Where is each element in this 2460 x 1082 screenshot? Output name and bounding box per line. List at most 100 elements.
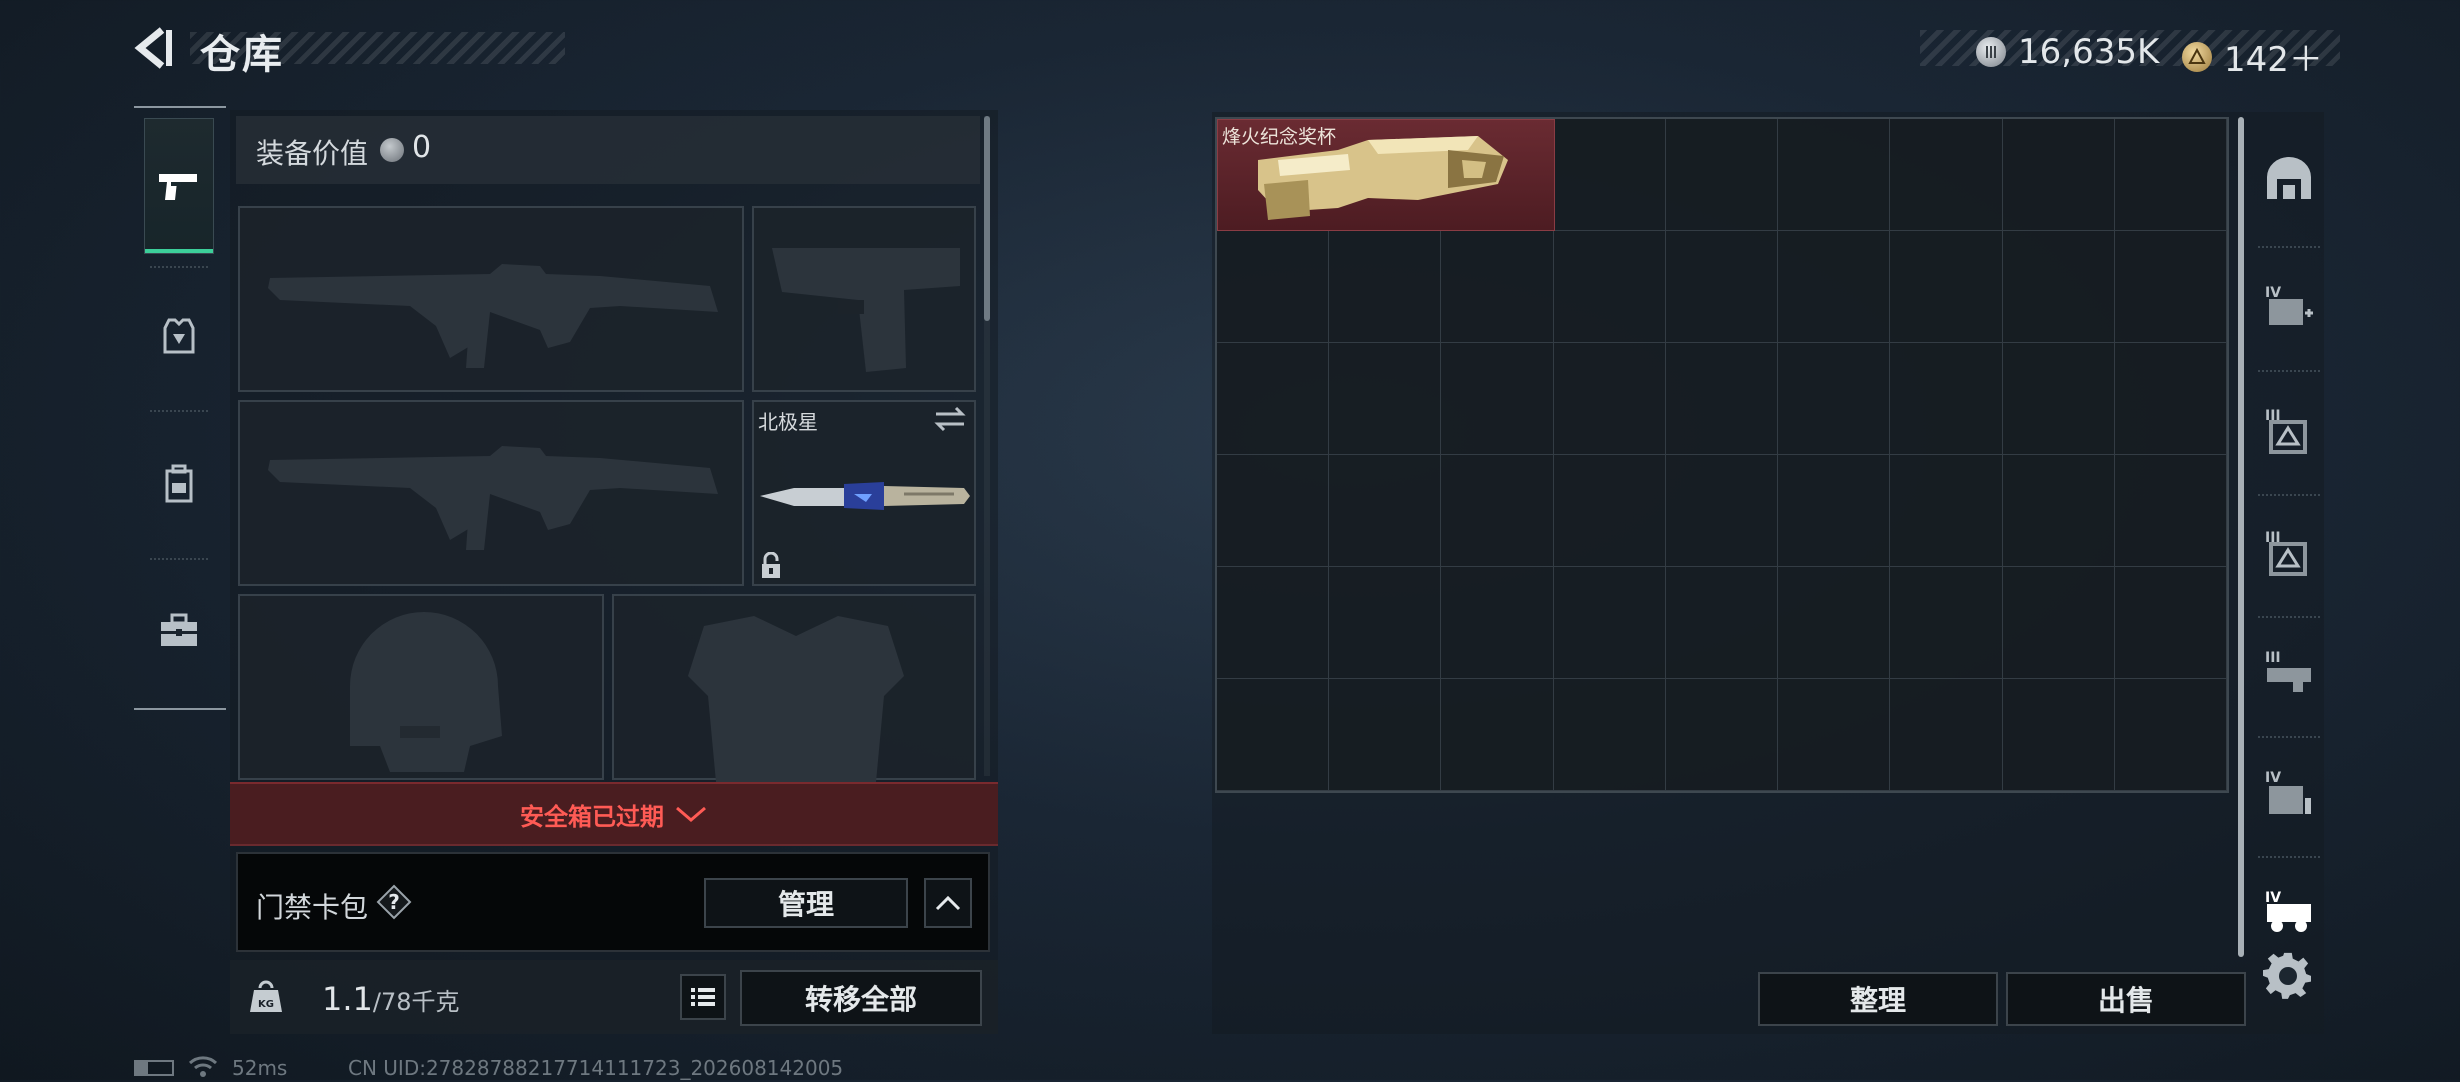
tab-backpack[interactable] bbox=[144, 416, 214, 552]
pistol-icon bbox=[159, 174, 197, 200]
grid-cell[interactable] bbox=[1441, 567, 1554, 679]
grid-cell[interactable] bbox=[1441, 679, 1554, 791]
gold-coin-icon bbox=[2182, 41, 2212, 72]
grid-cell[interactable] bbox=[2114, 231, 2227, 343]
grid-cell[interactable] bbox=[1890, 455, 2003, 567]
grid-cell[interactable] bbox=[1217, 567, 1330, 679]
grid-cell[interactable] bbox=[2002, 567, 2115, 679]
grid-cell[interactable] bbox=[1778, 567, 1891, 679]
grid-cell[interactable] bbox=[1553, 343, 1666, 455]
svg-text:IV: IV bbox=[2265, 890, 2281, 906]
tab-armor[interactable] bbox=[144, 268, 214, 404]
grid-cell[interactable] bbox=[1665, 679, 1779, 791]
grid-cell[interactable] bbox=[1553, 119, 1666, 231]
grid-cell[interactable] bbox=[1329, 455, 1442, 567]
chevron-down-icon bbox=[676, 806, 706, 822]
container-tab-2[interactable]: IV bbox=[2254, 256, 2324, 356]
container-tab-4[interactable]: III bbox=[2254, 502, 2324, 602]
grid-cell[interactable] bbox=[2002, 343, 2115, 455]
grid-cell[interactable] bbox=[1217, 343, 1330, 455]
grid-cell[interactable] bbox=[1778, 679, 1891, 791]
grid-cell[interactable] bbox=[1217, 679, 1330, 791]
swap-icon[interactable] bbox=[934, 406, 966, 432]
grid-cell[interactable] bbox=[2114, 567, 2227, 679]
grid-cell[interactable] bbox=[2114, 679, 2227, 791]
grid-cell[interactable] bbox=[1665, 455, 1779, 567]
sort-button[interactable]: 整理 bbox=[1758, 972, 1998, 1026]
grid-cell[interactable] bbox=[1329, 343, 1442, 455]
gold-amount: 142＋ bbox=[2224, 40, 2323, 80]
helmet-slot[interactable] bbox=[238, 594, 604, 780]
grid-cell[interactable] bbox=[1553, 679, 1666, 791]
grid-cell[interactable] bbox=[1778, 119, 1891, 231]
secondary-primary-weapon-slot[interactable] bbox=[238, 400, 744, 586]
grid-cell[interactable] bbox=[1665, 343, 1779, 455]
container-tab-main[interactable] bbox=[2254, 128, 2324, 228]
grid-cell[interactable] bbox=[1329, 679, 1442, 791]
rail-divider bbox=[2258, 494, 2320, 497]
grid-cell[interactable] bbox=[1890, 231, 2003, 343]
grid-cell[interactable] bbox=[2114, 455, 2227, 567]
rifle-silhouette-icon bbox=[268, 446, 718, 550]
grid-cell[interactable] bbox=[2114, 119, 2227, 231]
settings-gear-icon[interactable] bbox=[2262, 950, 2314, 1002]
grid-cell[interactable] bbox=[1217, 455, 1330, 567]
helmet-silhouette-icon bbox=[350, 612, 502, 772]
manage-button[interactable]: 管理 bbox=[704, 878, 908, 928]
grid-cell[interactable] bbox=[1665, 119, 1779, 231]
container-tab-7[interactable]: IV bbox=[2254, 862, 2324, 962]
grid-cell[interactable] bbox=[1329, 231, 1442, 343]
safebox-expired-banner[interactable]: 安全箱已过期 bbox=[230, 782, 998, 846]
container-tab-3[interactable]: III bbox=[2254, 380, 2324, 480]
transfer-all-button[interactable]: 转移全部 bbox=[740, 970, 982, 1026]
grid-cell[interactable] bbox=[2002, 455, 2115, 567]
armor-silhouette-icon bbox=[688, 616, 904, 782]
container-tab-6[interactable]: IV bbox=[2254, 742, 2324, 842]
grid-cell[interactable] bbox=[1665, 231, 1779, 343]
grid-cell[interactable] bbox=[2002, 119, 2115, 231]
chevron-up-icon bbox=[935, 895, 961, 911]
grid-cell[interactable] bbox=[1553, 455, 1666, 567]
sell-button[interactable]: 出售 bbox=[2006, 972, 2246, 1026]
grid-cell[interactable] bbox=[1890, 679, 2003, 791]
rail-divider bbox=[2258, 246, 2320, 249]
grid-cell[interactable] bbox=[1890, 343, 2003, 455]
weight-max: /78千克 bbox=[372, 988, 460, 1016]
grid-cell[interactable] bbox=[1441, 231, 1554, 343]
grid-cell[interactable] bbox=[1665, 567, 1779, 679]
help-icon[interactable]: ? bbox=[376, 884, 412, 920]
tab-toolbox[interactable] bbox=[144, 562, 214, 698]
grid-cell[interactable] bbox=[1217, 231, 1330, 343]
loadout-scrollbar-thumb[interactable] bbox=[984, 116, 990, 321]
storage-scrollbar[interactable] bbox=[2238, 117, 2244, 957]
grid-cell[interactable] bbox=[1553, 231, 1666, 343]
grid-cell[interactable] bbox=[1778, 231, 1891, 343]
body-armor-slot[interactable] bbox=[612, 594, 976, 782]
toolbox-icon bbox=[161, 613, 197, 646]
list-view-button[interactable] bbox=[680, 974, 726, 1020]
grid-cell[interactable] bbox=[2002, 679, 2115, 791]
grid-cell[interactable] bbox=[1778, 343, 1891, 455]
pistol-slot[interactable] bbox=[752, 206, 976, 392]
grid-cell[interactable] bbox=[1553, 567, 1666, 679]
tab-rail-top-line bbox=[134, 106, 226, 108]
container-tab-5[interactable]: III bbox=[2254, 622, 2324, 722]
primary-weapon-slot[interactable] bbox=[238, 206, 744, 392]
gold-currency[interactable]: 142＋ bbox=[2182, 32, 2323, 81]
back-button[interactable] bbox=[128, 22, 180, 74]
grid-cell[interactable] bbox=[1890, 567, 2003, 679]
grid-cell[interactable] bbox=[1441, 455, 1554, 567]
silver-currency[interactable]: 16,635K bbox=[1976, 32, 2159, 72]
grid-cell[interactable] bbox=[2002, 231, 2115, 343]
grid-cell[interactable] bbox=[1441, 343, 1554, 455]
grid-cell[interactable] bbox=[1329, 567, 1442, 679]
vehicle-case-icon: IV bbox=[2265, 890, 2311, 932]
grid-cell[interactable] bbox=[1890, 119, 2003, 231]
grid-cell[interactable] bbox=[2114, 343, 2227, 455]
svg-text:III: III bbox=[2265, 650, 2281, 666]
collapse-button[interactable] bbox=[924, 878, 972, 928]
grid-cell[interactable] bbox=[1778, 455, 1891, 567]
user-uid: CN UID:27828788217714111723_202608142005 bbox=[348, 1056, 844, 1080]
tab-weapons[interactable] bbox=[144, 118, 214, 254]
safebox-expired-text: 安全箱已过期 bbox=[520, 802, 664, 831]
